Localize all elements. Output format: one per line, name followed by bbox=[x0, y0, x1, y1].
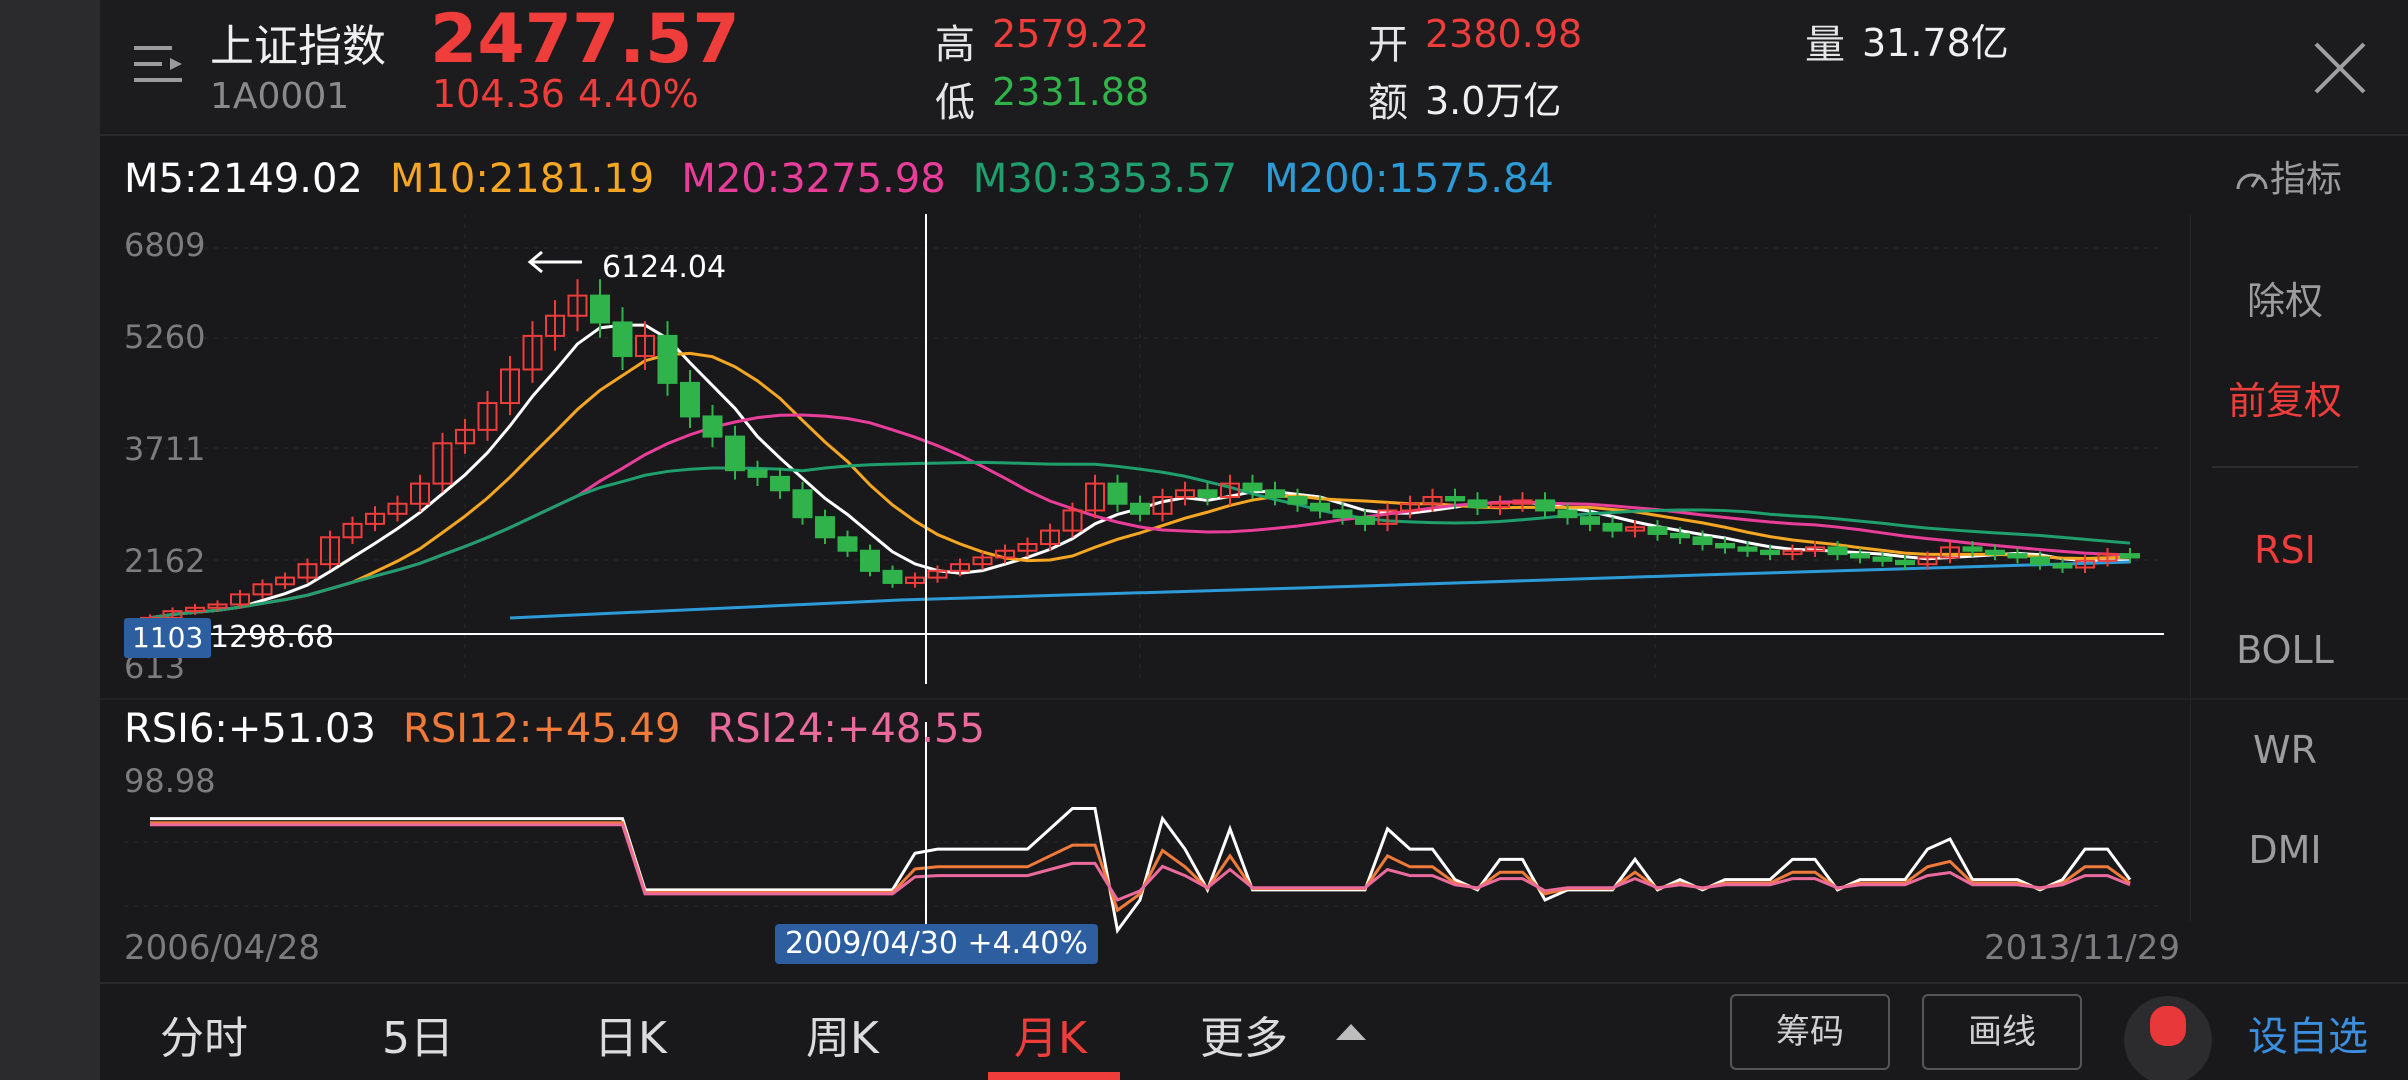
candle-body bbox=[702, 415, 723, 438]
price-axis-label: 5260 bbox=[124, 318, 206, 356]
candle-body bbox=[1580, 516, 1600, 525]
chart-divider bbox=[100, 698, 2408, 700]
side-divider bbox=[2212, 466, 2358, 468]
candle-body bbox=[815, 516, 835, 539]
candle-body bbox=[1557, 509, 1578, 519]
kline-chart[interactable] bbox=[0, 0, 2408, 1080]
crosshair-price-badge: 1103 bbox=[124, 618, 212, 658]
rsi-axis-top: 98.98 bbox=[124, 762, 216, 800]
end-date: 2013/11/29 bbox=[1984, 928, 2180, 968]
boll-indicator-button[interactable]: BOLL bbox=[2190, 628, 2380, 672]
candle-body bbox=[860, 549, 880, 572]
price-axis-label: 2162 bbox=[124, 542, 206, 580]
candle-body bbox=[1737, 546, 1758, 552]
candle-body bbox=[1130, 502, 1150, 515]
ma-line bbox=[149, 323, 2130, 620]
candle-body bbox=[882, 569, 903, 584]
candle-body bbox=[1602, 522, 1623, 532]
tab-daily-k[interactable]: 日K bbox=[594, 1002, 667, 1066]
record-icon[interactable] bbox=[2124, 986, 2212, 1080]
candle-body bbox=[1692, 536, 1713, 546]
candle-body bbox=[1265, 489, 1285, 499]
candle-body bbox=[1355, 516, 1375, 525]
candle-body bbox=[1895, 559, 1915, 566]
dmi-indicator-button[interactable]: DMI bbox=[2190, 828, 2380, 872]
crosshair-date-badge: 2009/04/30 +4.40% bbox=[775, 924, 1098, 964]
chips-button[interactable]: 筹码 bbox=[1730, 994, 1890, 1070]
candle-body bbox=[1445, 496, 1465, 502]
tab-monthly-k[interactable]: 月K bbox=[1014, 1002, 1087, 1066]
candle-body bbox=[2052, 563, 2073, 569]
candle-body bbox=[612, 321, 633, 358]
rsi-legend: RSI6:+51.03 RSI12:+45.49 RSI24:+48.55 bbox=[124, 706, 1007, 752]
candle-body bbox=[2030, 556, 2050, 566]
candle-body bbox=[1535, 499, 1555, 512]
candle-body bbox=[1287, 496, 1308, 505]
candle-body bbox=[1107, 482, 1128, 505]
start-date: 2006/04/28 bbox=[124, 928, 320, 968]
draw-line-button[interactable]: 画线 bbox=[1922, 994, 2082, 1070]
candle-body bbox=[1760, 549, 1780, 556]
ma200-line bbox=[509, 560, 2131, 620]
candle-body bbox=[1242, 482, 1263, 492]
rsi24-label: RSI24:+48.55 bbox=[707, 706, 985, 752]
candle-body bbox=[1985, 549, 2005, 556]
candle-body bbox=[1715, 543, 1735, 549]
candle-body bbox=[792, 489, 813, 519]
candle-body bbox=[1827, 546, 1848, 556]
rsi-line bbox=[150, 807, 2132, 935]
tab-more[interactable]: 更多 bbox=[1200, 1002, 1288, 1066]
candle-body bbox=[657, 334, 678, 384]
candle-body bbox=[747, 469, 768, 478]
candle-body bbox=[1872, 556, 1893, 562]
peak-value-label: 6124.04 bbox=[602, 250, 727, 285]
wr-indicator-button[interactable]: WR bbox=[2190, 728, 2380, 772]
add-watchlist-button[interactable]: 设自选 bbox=[2248, 1004, 2368, 1062]
price-axis-label: 6809 bbox=[124, 226, 206, 264]
forward-adjust-button[interactable]: 前复权 bbox=[2190, 370, 2380, 425]
candle-body bbox=[2120, 553, 2140, 559]
candle-body bbox=[1850, 553, 1870, 559]
candle-body bbox=[590, 294, 610, 324]
rsi-line bbox=[150, 823, 2131, 902]
candle-body bbox=[725, 435, 745, 472]
candle-body bbox=[1310, 502, 1330, 512]
bottom-divider bbox=[100, 982, 2408, 984]
candle-body bbox=[1647, 526, 1668, 535]
price-axis-label: 3711 bbox=[124, 430, 206, 468]
candle-body bbox=[770, 475, 790, 492]
rsi6-label: RSI6:+51.03 bbox=[124, 706, 376, 752]
candle-body bbox=[1332, 509, 1353, 519]
tab-weekly-k[interactable]: 周K bbox=[806, 1002, 879, 1066]
ex-rights-button[interactable]: 除权 bbox=[2190, 270, 2380, 325]
candle-body bbox=[1670, 532, 1690, 539]
candle-body bbox=[1467, 499, 1488, 509]
rsi-indicator-button[interactable]: RSI bbox=[2190, 528, 2380, 572]
chevron-up-icon[interactable] bbox=[1336, 1022, 1366, 1040]
rsi12-label: RSI12:+45.49 bbox=[403, 706, 681, 752]
candle-body bbox=[680, 381, 700, 418]
tab-intraday[interactable]: 分时 bbox=[160, 1002, 248, 1066]
active-tab-indicator bbox=[988, 1072, 1120, 1080]
candle-body bbox=[2007, 553, 2028, 559]
candle-body bbox=[1962, 546, 1983, 552]
candle-body bbox=[1197, 489, 1218, 499]
tab-5day[interactable]: 5日 bbox=[382, 1002, 454, 1066]
crosshair-price-value: 1298.68 bbox=[210, 620, 335, 655]
candle-body bbox=[837, 536, 858, 552]
peak-arrow-icon bbox=[527, 250, 582, 274]
